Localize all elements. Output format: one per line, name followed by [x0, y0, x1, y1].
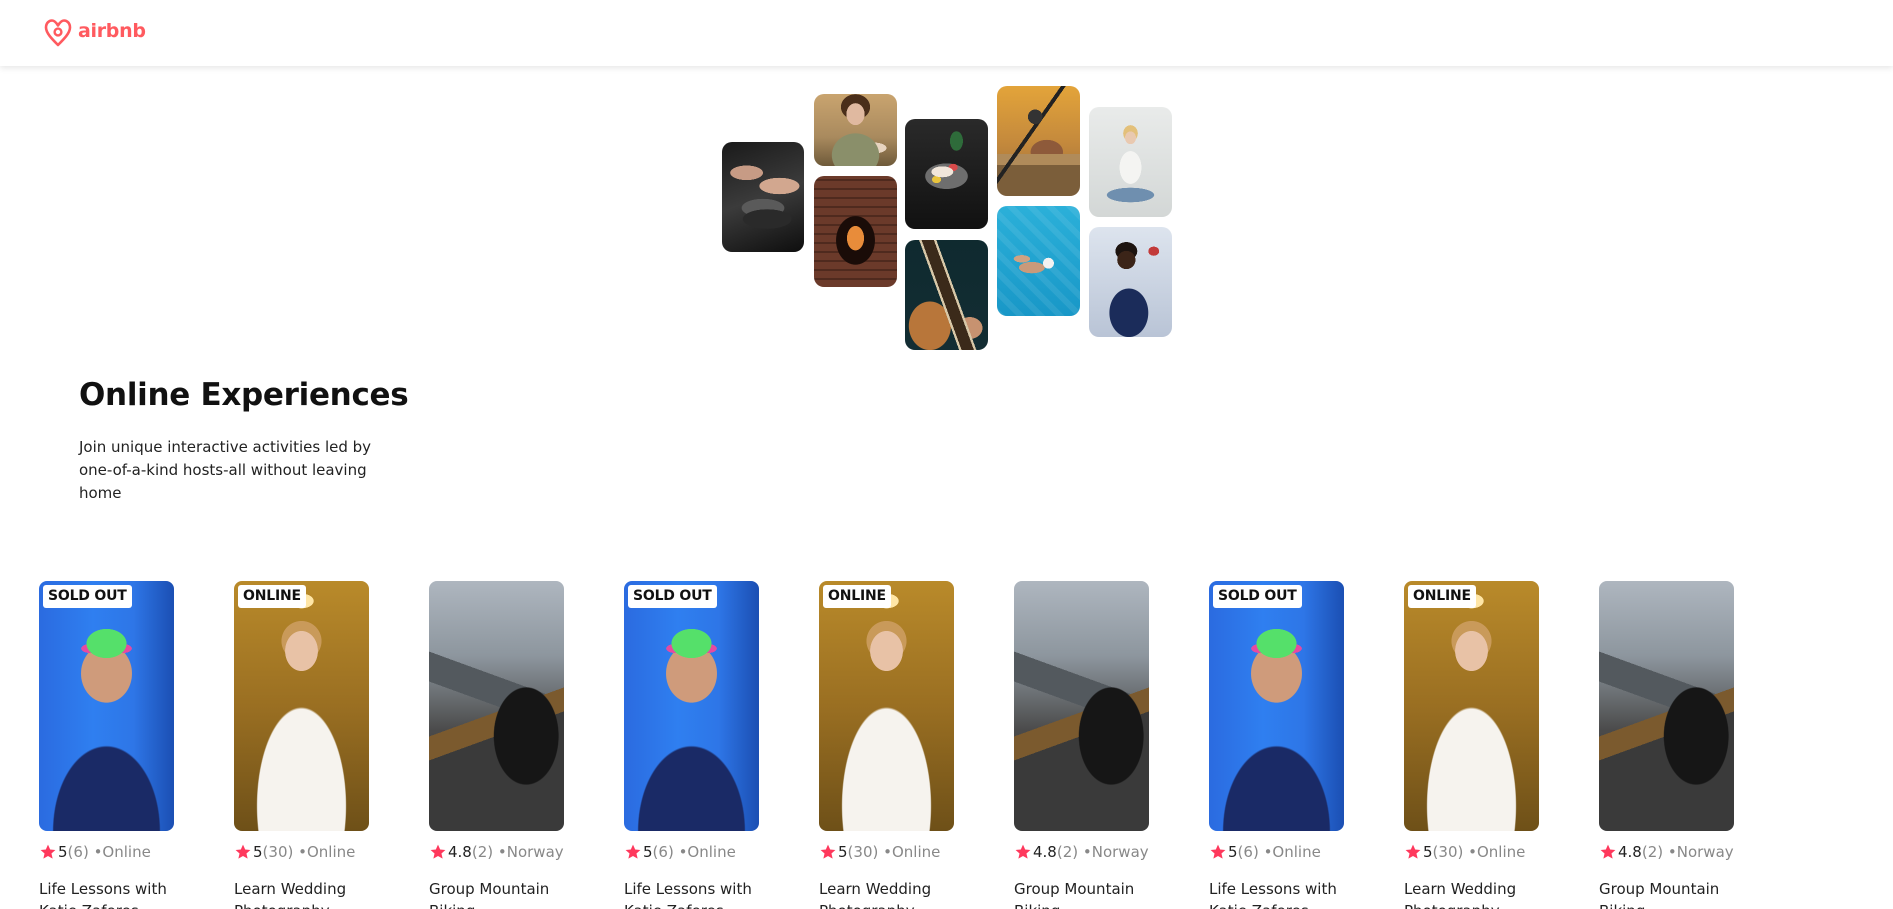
location-label: •Online — [883, 843, 941, 861]
singer-photo — [1089, 227, 1172, 337]
card-stats: 4.8 (2) •Norway — [1599, 843, 1734, 861]
rating-value: 4.8 — [1033, 843, 1057, 861]
experience-card[interactable]: ONLINE5(30) •OnlineLearn Wedding Photogr… — [819, 581, 954, 909]
brand-name: airbnb — [78, 20, 146, 42]
experience-card[interactable]: 4.8(2) •NorwayGroup Mountain Biking — [1599, 581, 1734, 909]
card-stats: 4.8 (2) •Norway — [429, 843, 564, 861]
card-title[interactable]: Learn Wedding Photography — [819, 878, 969, 909]
location-label: •Online — [678, 843, 736, 861]
rating-value: 5 — [1423, 843, 1433, 861]
experience-card[interactable]: 4.8(2) •NorwayGroup Mountain Biking — [429, 581, 564, 909]
location-label: •Norway — [1082, 843, 1149, 861]
card-stats: 5 (6) •Online — [624, 843, 759, 861]
card-photo[interactable] — [429, 581, 564, 831]
experience-card[interactable]: ONLINE5(30) •OnlineLearn Wedding Photogr… — [1404, 581, 1539, 909]
review-count: (2) — [1056, 843, 1079, 861]
star-icon — [430, 844, 446, 859]
card-photo[interactable] — [1014, 581, 1149, 831]
experience-card[interactable]: SOLD OUT5(6) •OnlineLife Lessons with Ka… — [1209, 581, 1344, 909]
review-count: (30) — [1432, 843, 1464, 861]
experience-cards: SOLD OUT5(6) •OnlineLife Lessons with Ka… — [39, 581, 1893, 909]
star-icon — [1600, 844, 1616, 859]
star-icon — [235, 844, 251, 859]
card-photo[interactable]: ONLINE — [234, 581, 369, 831]
review-count: (2) — [1641, 843, 1664, 861]
location-label: •Norway — [497, 843, 564, 861]
top-navbar: airbnb — [0, 0, 1893, 66]
card-photo[interactable]: ONLINE — [819, 581, 954, 831]
experience-card[interactable]: SOLD OUT5(6) •OnlineLife Lessons with Ka… — [624, 581, 759, 909]
location-label: •Online — [1468, 843, 1526, 861]
card-title[interactable]: Life Lessons with Katie Zaferes — [1209, 878, 1359, 909]
review-count: (6) — [1237, 843, 1259, 861]
page-title: Online Experiences — [79, 377, 409, 413]
status-badge: ONLINE — [1408, 585, 1476, 608]
food-bowl-photo — [905, 119, 988, 229]
guitar-photo — [905, 240, 988, 350]
location-label: •Online — [93, 843, 151, 861]
star-icon — [1015, 844, 1031, 859]
card-stats: 5 (30) •Online — [819, 843, 954, 861]
rating-value: 5 — [643, 843, 653, 861]
experience-card[interactable]: 4.8(2) •NorwayGroup Mountain Biking — [1014, 581, 1149, 909]
card-stats: 5 (6) •Online — [39, 843, 174, 861]
rating-value: 5 — [58, 843, 68, 861]
microphone-photo — [997, 86, 1080, 196]
star-icon — [820, 844, 836, 859]
intro-description: Join unique interactive activities led b… — [79, 438, 372, 502]
card-stats: 4.8 (2) •Norway — [1014, 843, 1149, 861]
woman-portrait-photo — [814, 94, 897, 166]
status-badge: ONLINE — [238, 585, 306, 608]
card-stats: 5 (30) •Online — [234, 843, 369, 861]
card-title[interactable]: Learn Wedding Photography — [234, 878, 384, 909]
airbnb-logo[interactable]: airbnb — [42, 14, 146, 48]
status-badge: SOLD OUT — [1213, 585, 1302, 608]
status-badge: ONLINE — [823, 585, 891, 608]
star-icon — [40, 844, 56, 859]
status-badge: SOLD OUT — [628, 585, 717, 608]
swimmer-photo — [997, 206, 1080, 316]
rating-value: 5 — [838, 843, 848, 861]
fireplace-performer-photo — [814, 176, 897, 287]
card-stats: 5 (6) •Online — [1209, 843, 1344, 861]
pan-cooking-photo — [722, 142, 804, 252]
card-photo[interactable] — [1599, 581, 1734, 831]
card-title[interactable]: Learn Wedding Photography — [1404, 878, 1554, 909]
location-label: •Online — [1263, 843, 1321, 861]
location-label: •Norway — [1667, 843, 1734, 861]
yoga-photo — [1089, 107, 1172, 217]
star-icon — [1405, 844, 1421, 859]
review-count: (30) — [262, 843, 294, 861]
experience-card[interactable]: SOLD OUT5(6) •OnlineLife Lessons with Ka… — [39, 581, 174, 909]
card-title[interactable]: Group Mountain Biking — [429, 878, 579, 909]
review-count: (6) — [652, 843, 674, 861]
review-count: (30) — [847, 843, 879, 861]
rating-value: 4.8 — [1618, 843, 1642, 861]
airbnb-belo-icon — [44, 19, 72, 47]
card-title[interactable]: Group Mountain Biking — [1599, 878, 1749, 909]
card-title[interactable]: Group Mountain Biking — [1014, 878, 1164, 909]
rating-value: 5 — [253, 843, 263, 861]
location-label: •Online — [298, 843, 356, 861]
card-photo[interactable]: SOLD OUT — [1209, 581, 1344, 831]
review-count: (6) — [67, 843, 89, 861]
card-photo[interactable]: SOLD OUT — [624, 581, 759, 831]
experience-card[interactable]: ONLINE5(30) •OnlineLearn Wedding Photogr… — [234, 581, 369, 909]
card-photo[interactable]: ONLINE — [1404, 581, 1539, 831]
card-title[interactable]: Life Lessons with Katie Zaferes — [39, 878, 189, 909]
card-title[interactable]: Life Lessons with Katie Zaferes — [624, 878, 774, 909]
star-icon — [625, 844, 641, 859]
star-icon — [1210, 844, 1226, 859]
card-photo[interactable]: SOLD OUT — [39, 581, 174, 831]
rating-value: 5 — [1228, 843, 1238, 861]
status-badge: SOLD OUT — [43, 585, 132, 608]
card-stats: 5 (30) •Online — [1404, 843, 1539, 861]
review-count: (2) — [471, 843, 494, 861]
rating-value: 4.8 — [448, 843, 472, 861]
